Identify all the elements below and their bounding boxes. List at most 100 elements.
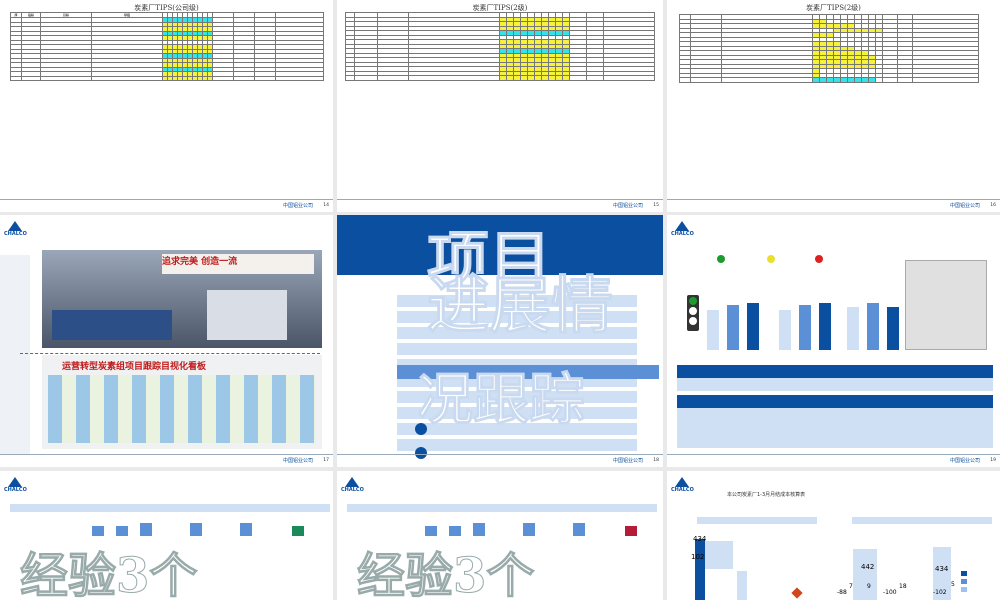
legend-swatch <box>961 587 967 592</box>
slide-footer: 中国铝业公司 19 <box>667 454 1000 467</box>
bar <box>707 310 719 350</box>
watermark-text: 进展情 <box>426 269 614 343</box>
chalco-logo: CHALCO <box>671 221 694 237</box>
slide-title: 本公司炭素厂1-3月月结成本核算表 <box>727 492 806 498</box>
document-photo <box>905 260 987 350</box>
bar <box>819 303 831 350</box>
bar <box>747 303 759 350</box>
slide-sidebar <box>0 255 30 455</box>
status-green-icon <box>717 255 725 263</box>
data-label: 5 <box>951 581 955 588</box>
slide-title: 炭素厂TIPS(2级) <box>806 4 861 12</box>
office-photo: 追求完美 创造一流 <box>42 250 322 348</box>
data-label: 442 <box>861 563 875 571</box>
tile <box>292 526 304 536</box>
bar <box>695 539 705 600</box>
watermark-text: 经验3个 <box>19 548 198 600</box>
chalco-logo: CHALCO <box>4 477 27 493</box>
board-grid <box>48 375 316 443</box>
data-label: -102 <box>933 589 947 596</box>
bar <box>705 541 733 569</box>
tile <box>425 526 437 536</box>
bar <box>853 549 877 600</box>
bullet-dot <box>415 423 427 435</box>
slide-thumbnail-19[interactable]: CHALCO 13 中国铝业公司 19 <box>667 215 1000 467</box>
separator <box>20 353 320 354</box>
tile <box>523 523 535 536</box>
photo-banner: 追求完美 创造一流 <box>162 254 314 274</box>
tile <box>625 526 637 536</box>
data-label: 7 <box>849 583 853 590</box>
tile <box>190 523 202 536</box>
whiteboard <box>207 290 287 340</box>
bar <box>887 307 899 350</box>
tips-table: 序指标 目标 举措 <box>10 12 324 81</box>
page-number: 15 <box>653 203 659 208</box>
watermark-text: 况跟踪 <box>417 367 586 434</box>
page-number: 16 <box>990 203 996 208</box>
status-yellow-icon <box>767 255 775 263</box>
company-name: 中国铝业公司 <box>612 458 643 464</box>
slide-thumbnail-17[interactable]: CHALCO 追求完美 创造一流 运营转型炭素组项目跟踪目视化看板 中国铝业公司… <box>0 215 333 467</box>
chalco-logo: CHALCO <box>671 477 694 493</box>
bar <box>779 310 791 350</box>
page-number: 18 <box>653 458 659 463</box>
header-row <box>677 365 993 378</box>
tips-table <box>345 12 655 81</box>
tile <box>240 523 252 536</box>
bar <box>799 305 811 350</box>
marker-icon <box>791 587 803 599</box>
bar <box>847 307 859 350</box>
tile <box>140 523 152 536</box>
page-number: 14 <box>323 203 329 208</box>
workers-group <box>52 310 172 340</box>
slide-thumbnail-21[interactable]: CHALCO 经验3个 <box>337 471 663 600</box>
slide-thumbnail-20[interactable]: CHALCO 经验3个 <box>0 471 333 600</box>
board-title: 运营转型炭素组项目跟踪目视化看板 <box>62 362 207 372</box>
slide-thumbnail-15[interactable]: 炭素厂TIPS(2级) 中国铝业公司 15 <box>337 0 663 212</box>
tile <box>449 526 461 536</box>
header-band <box>347 504 657 512</box>
slide-thumbnail-14[interactable]: 炭素厂TIPS(公司级) 序指标 目标 举措 中国铝业公司 14 <box>0 0 333 212</box>
bar <box>867 303 879 350</box>
slide-footer: 中国铝业公司 16 <box>667 199 1000 212</box>
header-band <box>10 504 330 512</box>
page-number: 17 <box>323 458 329 463</box>
slide-thumbnail-18[interactable]: 项目 进展情 况跟踪 中国铝业公司 18 <box>337 215 663 467</box>
company-name: 中国铝业公司 <box>612 203 643 209</box>
data-label: 9 <box>867 583 871 590</box>
bar <box>727 305 739 350</box>
data-label: -88 <box>837 589 847 596</box>
board-photo: 运营转型炭素组项目跟踪目视化看板 <box>42 355 322 449</box>
tile <box>92 526 104 536</box>
header-band <box>697 517 817 524</box>
traffic-light-icon <box>687 295 699 331</box>
company-name: 中国铝业公司 <box>282 458 313 464</box>
data-label: 102 <box>691 553 705 561</box>
page-number: 19 <box>990 458 996 463</box>
header-row <box>677 395 993 408</box>
legend-swatch <box>961 579 967 584</box>
tile <box>116 526 128 536</box>
slide-thumbnail-22[interactable]: CHALCO 本公司炭素厂1-3月月结成本核算表 434 102 442 7 9… <box>667 471 1000 600</box>
table-row <box>677 408 993 448</box>
slide-thumbnail-16[interactable]: 炭素厂TIPS(2级) 中国铝业公司 16 <box>667 0 1000 212</box>
company-name: 中国铝业公司 <box>949 458 980 464</box>
slide-footer: 中国铝业公司 15 <box>337 199 663 212</box>
legend-swatch <box>961 571 967 576</box>
slide-footer: 中国铝业公司 18 <box>337 454 663 467</box>
tile <box>473 523 485 536</box>
chalco-logo: CHALCO <box>4 221 27 237</box>
slide-footer: 中国铝业公司 14 <box>0 199 333 212</box>
company-name: 中国铝业公司 <box>949 203 980 209</box>
data-label: 18 <box>899 583 907 590</box>
status-red-icon <box>815 255 823 263</box>
data-label: -100 <box>883 589 897 596</box>
data-label: 434 <box>935 565 949 573</box>
chalco-logo: CHALCO <box>341 477 364 493</box>
bar <box>737 571 747 600</box>
company-name: 中国铝业公司 <box>282 203 313 209</box>
table-row <box>677 378 993 391</box>
tile <box>573 523 585 536</box>
header-band <box>852 517 992 524</box>
